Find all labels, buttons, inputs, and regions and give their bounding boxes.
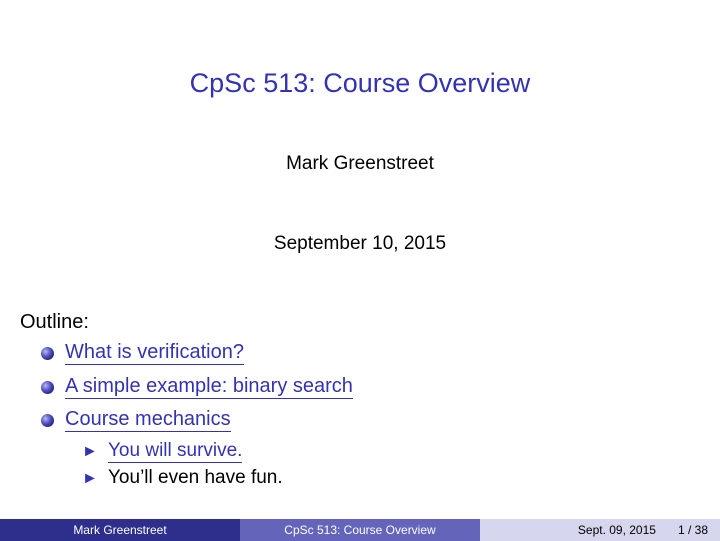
outline-link-survive[interactable]: You will survive. [108, 440, 243, 463]
slide-title: CpSc 513: Course Overview [189, 68, 531, 98]
slide-date: September 10, 2015 [273, 233, 447, 254]
bullet-ball-icon [41, 381, 54, 394]
outline-subitem-survive: You will survive. [108, 440, 243, 463]
outline-item-course-mechanics: Course mechanics [65, 408, 231, 432]
outline-subitem-fun: You’ll even have fun. [108, 467, 283, 488]
footer-page-number: 1 / 38 [677, 523, 708, 537]
outline-item-verification: What is verification? [65, 341, 244, 365]
footer-date: Sept. 09, 2015 [577, 523, 656, 537]
footer-author: Mark Greenstreet [0, 519, 240, 541]
outline-heading: Outline: [20, 311, 89, 333]
slide-author: Mark Greenstreet [286, 153, 434, 174]
outline-item-binary-search: A simple example: binary search [65, 375, 353, 399]
outline-link-binary-search[interactable]: A simple example: binary search [65, 375, 353, 399]
bullet-ball-icon [41, 414, 54, 427]
outline-link-course-mechanics[interactable]: Course mechanics [65, 408, 231, 432]
triangle-right-icon: ► [82, 470, 98, 487]
bullet-ball-icon [41, 347, 54, 360]
footer-date-page: Sept. 09, 2015 1 / 38 [480, 519, 720, 541]
footer-title: CpSc 513: Course Overview [240, 519, 480, 541]
footer-bar: Mark Greenstreet CpSc 513: Course Overvi… [0, 519, 720, 541]
triangle-right-icon: ► [82, 443, 98, 460]
outline-link-verification[interactable]: What is verification? [65, 341, 244, 365]
